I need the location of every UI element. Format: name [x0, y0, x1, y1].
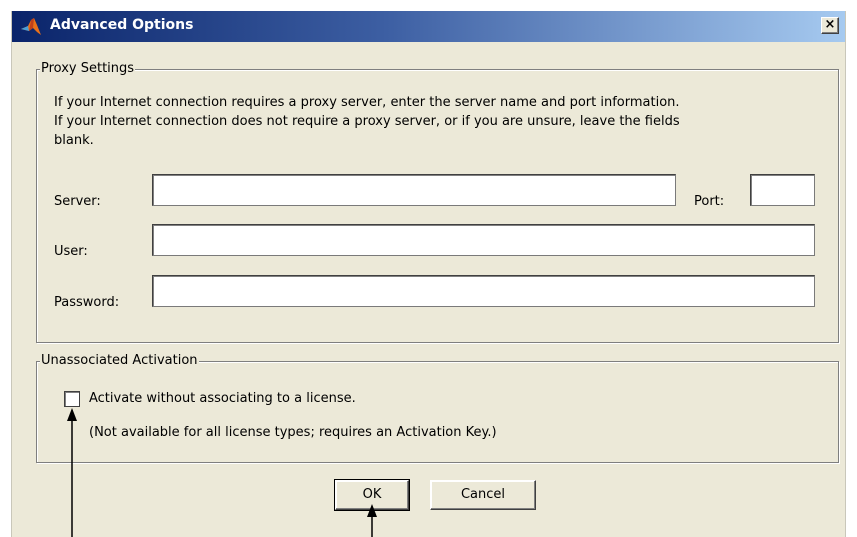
title-bar: Advanced Options × — [12, 11, 845, 42]
close-icon: × — [824, 17, 836, 32]
password-label: Password: — [54, 295, 120, 310]
proxy-description-line1: If your Internet connection requires a p… — [54, 95, 680, 110]
close-button[interactable]: × — [821, 17, 839, 34]
unassociated-activation-legend: Unassociated Activation — [40, 353, 199, 369]
unassociated-activation-group — [36, 361, 839, 463]
server-label: Server: — [54, 194, 101, 209]
port-input[interactable] — [750, 174, 815, 206]
proxy-description: If your Internet connection requires a p… — [54, 93, 680, 150]
ok-button-label: OK — [362, 487, 382, 502]
ok-button-pointer-arrow — [367, 504, 377, 537]
password-input[interactable] — [152, 275, 815, 307]
proxy-description-line3: blank. — [54, 133, 94, 148]
server-input[interactable] — [152, 174, 676, 206]
checkbox-pointer-arrow — [67, 408, 77, 537]
port-label: Port: — [694, 194, 725, 209]
cancel-button[interactable]: Cancel — [430, 480, 536, 510]
user-input[interactable] — [152, 224, 815, 256]
proxy-settings-legend: Proxy Settings — [40, 61, 136, 77]
advanced-options-dialog: Advanced Options × Proxy Settings If you… — [11, 11, 846, 537]
matlab-logo-icon — [21, 18, 41, 35]
activation-note: (Not available for all license types; re… — [89, 425, 497, 440]
activate-without-license-checkbox[interactable] — [64, 391, 80, 407]
user-label: User: — [54, 244, 88, 259]
activate-without-license-label[interactable]: Activate without associating to a licens… — [89, 391, 356, 407]
window-title: Advanced Options — [50, 17, 194, 33]
proxy-description-line2: If your Internet connection does not req… — [54, 114, 680, 129]
cancel-button-label: Cancel — [460, 487, 506, 502]
